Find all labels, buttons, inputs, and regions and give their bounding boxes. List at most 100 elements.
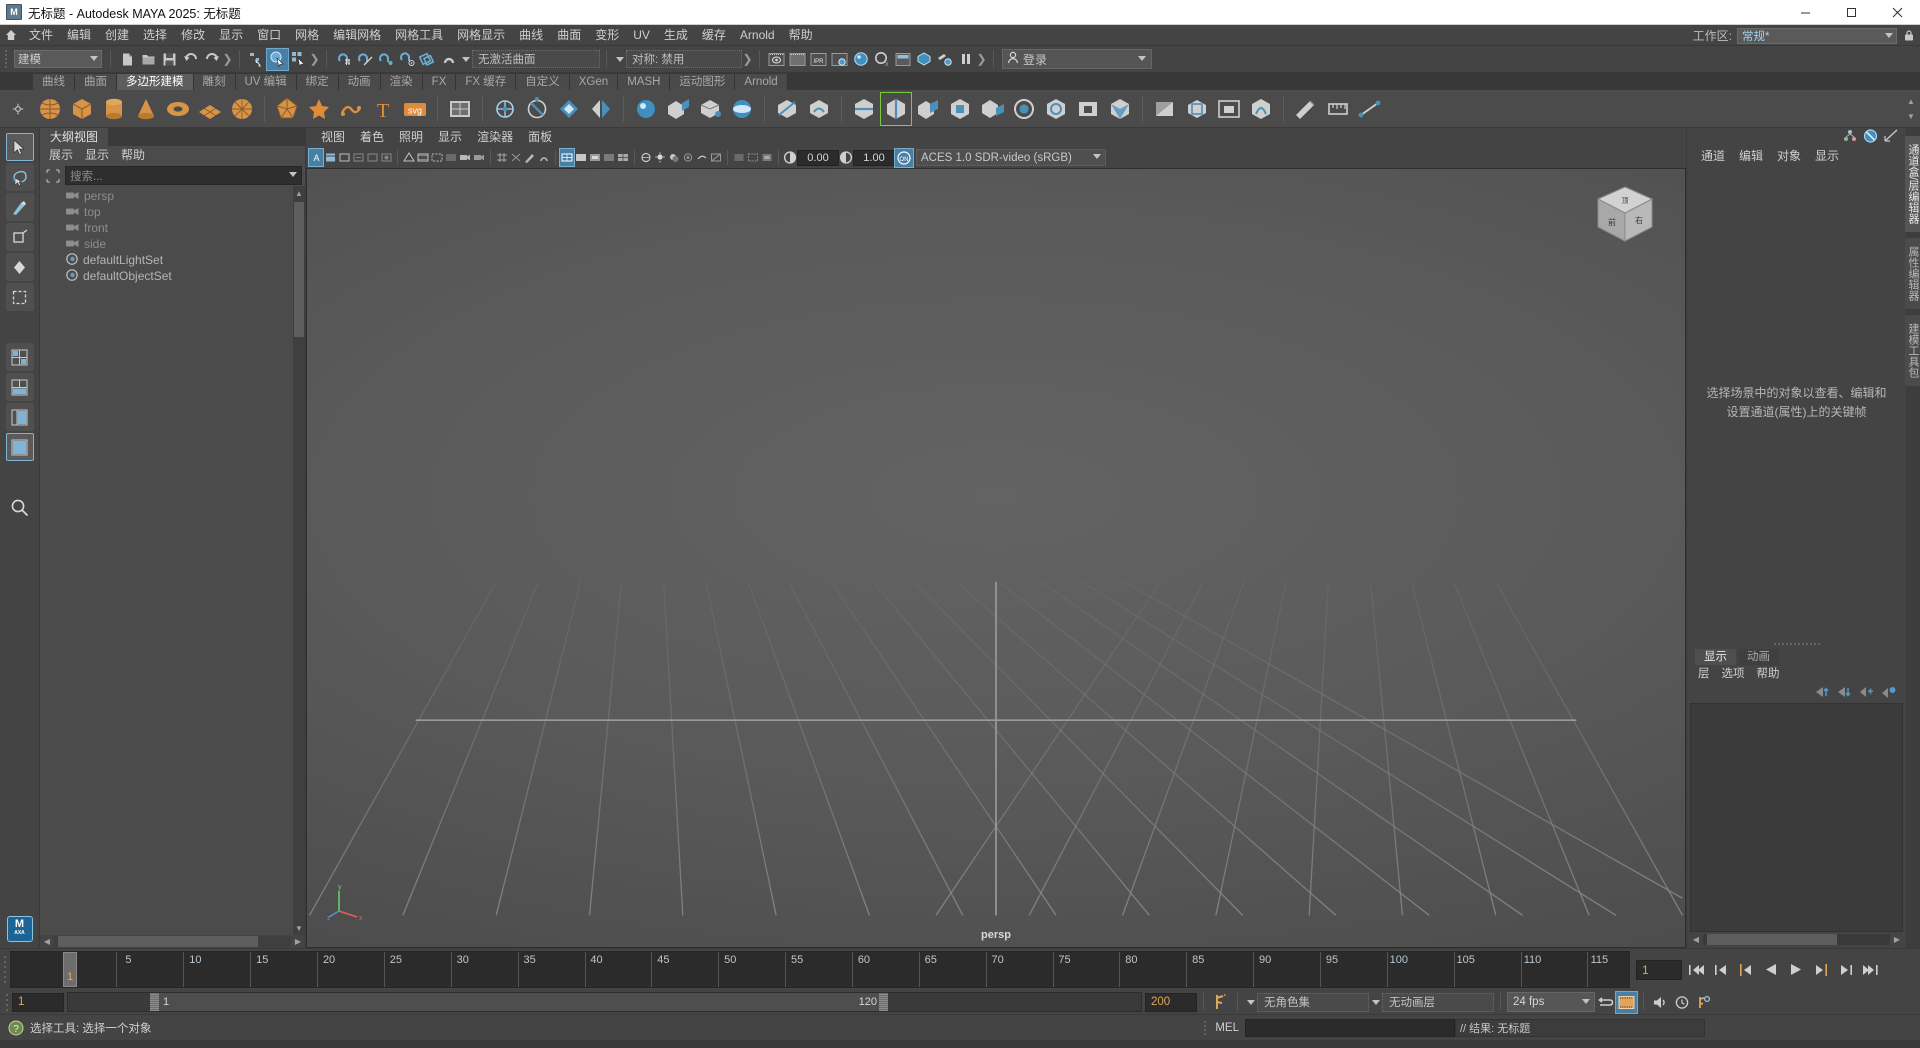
- outliner-vertical-scrollbar[interactable]: ▲ ▼: [293, 186, 305, 935]
- ao-icon[interactable]: [681, 149, 695, 166]
- range-region[interactable]: [150, 993, 888, 1011]
- menu-curves[interactable]: 曲线: [512, 25, 550, 46]
- viewport-menu-shading[interactable]: 着色: [353, 128, 391, 147]
- viewport-3d[interactable]: 前 顶 右 y x z persp: [306, 168, 1686, 948]
- workspace-dropdown[interactable]: 常规*: [1737, 27, 1897, 44]
- snap-grid-icon[interactable]: [333, 49, 354, 70]
- search-icon[interactable]: [6, 493, 34, 521]
- wireframe-icon[interactable]: [559, 148, 575, 167]
- scrollbar-track[interactable]: [1703, 934, 1890, 945]
- time-cursor[interactable]: 1: [63, 952, 77, 987]
- shelf-tab-surfaces[interactable]: 曲面: [75, 74, 117, 90]
- home-icon[interactable]: [0, 28, 22, 42]
- booleans-icon[interactable]: [554, 93, 584, 125]
- shelf-tab-motion-graphics[interactable]: 运动图形: [670, 74, 736, 90]
- layer-horizontal-scrollbar[interactable]: ◀ ▶: [1689, 933, 1904, 946]
- sound-icon[interactable]: [1650, 992, 1671, 1013]
- anim-layer-caret[interactable]: [1369, 999, 1382, 1005]
- menu-edit-mesh[interactable]: 编辑网格: [326, 25, 388, 46]
- outliner-item-top[interactable]: top: [40, 204, 305, 220]
- layer-list[interactable]: [1690, 703, 1903, 932]
- range-end-handle[interactable]: [879, 993, 888, 1011]
- step-back-frame-icon[interactable]: [1735, 959, 1757, 981]
- shelf-tab-arnold[interactable]: Arnold: [735, 74, 788, 90]
- play-backwards-icon[interactable]: [1760, 959, 1782, 981]
- outliner-item-default-object-set[interactable]: defaultObjectSet: [40, 268, 305, 284]
- scrollbar-track[interactable]: [54, 936, 291, 947]
- outliner-tab[interactable]: 大纲视图: [40, 128, 109, 146]
- mirror-icon[interactable]: [586, 93, 616, 125]
- range-start-handle[interactable]: [150, 993, 159, 1011]
- distance-icon[interactable]: [1355, 93, 1385, 125]
- outliner-menu-display[interactable]: 显示: [80, 146, 114, 165]
- make-hole-icon[interactable]: [1073, 93, 1103, 125]
- select-object-icon[interactable]: [266, 47, 289, 71]
- menu-cache[interactable]: 缓存: [695, 25, 733, 46]
- graph-icon[interactable]: [1884, 129, 1898, 145]
- shelf-scroll-controls[interactable]: ▲ ▼: [1904, 90, 1918, 128]
- isolate-icon[interactable]: [746, 149, 760, 166]
- render-view-icon[interactable]: x: [871, 49, 892, 70]
- loop-icon[interactable]: [1595, 992, 1616, 1013]
- smooth-icon[interactable]: [631, 93, 661, 125]
- combine-icon[interactable]: [490, 93, 520, 125]
- wedge-icon[interactable]: [1150, 93, 1180, 125]
- viewport-menu-renderer[interactable]: 渲染器: [470, 128, 520, 147]
- channel-menu-show[interactable]: 显示: [1809, 146, 1845, 166]
- outliner-menu-show[interactable]: 展示: [44, 146, 78, 165]
- poly-sphere-icon[interactable]: [35, 93, 65, 125]
- shelf-tab-custom[interactable]: 自定义: [516, 74, 570, 90]
- view-transform-icon[interactable]: ON: [894, 147, 914, 168]
- gamma-value-field[interactable]: 1.00: [853, 149, 895, 166]
- outliner-item-default-light-set[interactable]: defaultLightSet: [40, 252, 305, 268]
- shelf-tab-animation[interactable]: 动画: [338, 74, 381, 90]
- menu-surfaces[interactable]: 曲面: [550, 25, 588, 46]
- menu-generate[interactable]: 生成: [657, 25, 695, 46]
- range-slider-gripper[interactable]: [2, 993, 12, 1011]
- light-editor-icon[interactable]: [892, 49, 913, 70]
- scroll-up-icon[interactable]: ▲: [293, 186, 305, 200]
- layer-tab-display[interactable]: 显示: [1695, 649, 1736, 665]
- shelf-tab-curves[interactable]: 曲线: [33, 74, 75, 90]
- fps-dropdown[interactable]: 24 fps: [1507, 992, 1595, 1012]
- anim-start-field[interactable]: 1: [12, 992, 64, 1012]
- anim-end-field[interactable]: 200: [1145, 992, 1197, 1012]
- lasso-select-icon[interactable]: [5, 163, 34, 191]
- undo-icon[interactable]: [180, 49, 201, 70]
- outliner-list[interactable]: persp top front side defaultLightSet def…: [40, 186, 305, 935]
- image-plane-icon[interactable]: [337, 149, 351, 166]
- poly-torus-icon[interactable]: [163, 93, 193, 125]
- no-entry-icon[interactable]: [1863, 128, 1878, 146]
- save-scene-icon[interactable]: [159, 49, 180, 70]
- append-polygon-icon[interactable]: [977, 93, 1007, 125]
- new-layer-from-selected-icon[interactable]: [1881, 686, 1896, 701]
- redo-icon[interactable]: [201, 49, 222, 70]
- menu-uv[interactable]: UV: [626, 25, 657, 46]
- menu-mesh-tools[interactable]: 网格工具: [388, 25, 450, 46]
- snap-point-icon[interactable]: [375, 49, 396, 70]
- menu-edit[interactable]: 编辑: [60, 25, 98, 46]
- viewport-menu-show[interactable]: 显示: [431, 128, 469, 147]
- snap-options-dropdown[interactable]: [459, 56, 472, 62]
- shelf-tab-fx-cache[interactable]: FX 缓存: [456, 74, 517, 90]
- flat-shade-icon[interactable]: [602, 149, 616, 166]
- grid-icon[interactable]: [495, 149, 509, 166]
- poly-helix-icon[interactable]: [445, 93, 475, 125]
- char-set-caret[interactable]: [1244, 999, 1257, 1005]
- maximize-button[interactable]: [1828, 0, 1874, 25]
- menu-select[interactable]: 选择: [136, 25, 174, 46]
- chamfer-vertex-icon[interactable]: [1182, 93, 1212, 125]
- menu-create[interactable]: 创建: [98, 25, 136, 46]
- camera-attributes-icon[interactable]: [458, 149, 472, 166]
- chevron-down-icon[interactable]: ▼: [1907, 112, 1915, 121]
- poly-plane-icon[interactable]: [195, 93, 225, 125]
- fill-hole-icon[interactable]: [1009, 93, 1039, 125]
- new-layer-icon[interactable]: [1859, 686, 1874, 701]
- maya-badge-icon[interactable]: M AXA: [6, 916, 33, 942]
- grease-pencil-icon[interactable]: [365, 149, 379, 166]
- collapse-section-icon[interactable]: ❯: [976, 49, 987, 69]
- layer-tab-anim[interactable]: 动画: [1738, 649, 1779, 665]
- gate-mask-icon[interactable]: [444, 149, 458, 166]
- outliner-search-input[interactable]: 搜索...: [65, 166, 302, 185]
- render-sequence-icon[interactable]: [787, 49, 808, 70]
